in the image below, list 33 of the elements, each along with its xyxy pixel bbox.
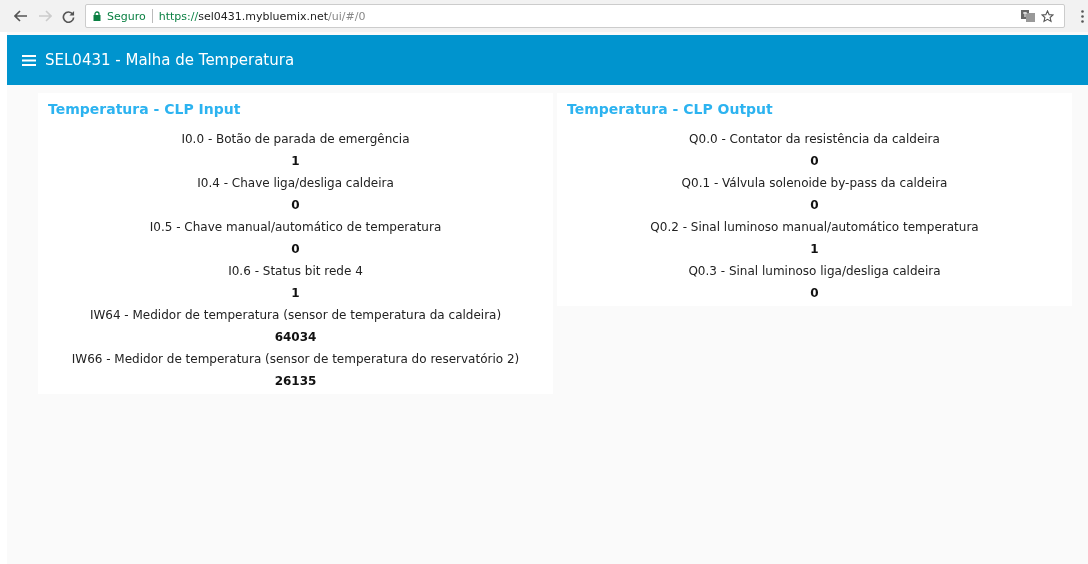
security-label: Seguro bbox=[107, 9, 146, 23]
signal-label: I0.6 - Status bit rede 4 bbox=[228, 264, 363, 278]
signal-value: 0 bbox=[291, 198, 300, 212]
signal-value: 26135 bbox=[274, 374, 317, 388]
signal-label: I0.5 - Chave manual/automático de temperatura bbox=[149, 220, 442, 234]
signal-value: 0 bbox=[810, 154, 819, 168]
signal-label: Q0.3 - Sinal luminoso liga/desliga caldeira bbox=[688, 264, 941, 278]
bookmark-star-icon[interactable] bbox=[1041, 9, 1054, 23]
signal-value: 1 bbox=[810, 242, 819, 256]
signal-label: Q0.0 - Contator da resistência da caldeira bbox=[689, 132, 940, 146]
card-title: Temperatura - CLP Output bbox=[567, 101, 774, 119]
signal-value: 0 bbox=[810, 198, 819, 212]
lock-icon bbox=[93, 11, 101, 21]
menu-icon[interactable] bbox=[1081, 9, 1084, 23]
signal-value: 0 bbox=[810, 286, 819, 300]
translate-icon[interactable] bbox=[1021, 10, 1035, 22]
signal-label: I0.4 - Chave liga/desliga caldeira bbox=[197, 176, 394, 190]
signal-label: IW66 - Medidor de temperatura (sensor de temperatura do reservatório 2) bbox=[71, 352, 520, 366]
menu-icon[interactable] bbox=[22, 54, 36, 66]
back-icon[interactable] bbox=[14, 10, 28, 22]
url-text: https://sel0431.mybluemix.net/ui/#/0 bbox=[158, 9, 366, 23]
signal-label: I0.0 - Botão de parada de emergência bbox=[181, 132, 410, 146]
address-bar[interactable]: Seguro https://sel0431.mybluemix.net/ui/#/0 bbox=[85, 4, 1065, 28]
signal-label: Q0.2 - Sinal luminoso manual/automático temperatura bbox=[650, 220, 979, 234]
reload-icon[interactable] bbox=[62, 9, 75, 23]
app-title: SEL0431 - Malha de Temperatura bbox=[45, 51, 295, 69]
signal-label: IW64 - Medidor de temperatura (sensor de temperatura da caldeira) bbox=[89, 308, 502, 322]
signal-value: 1 bbox=[291, 286, 300, 300]
signal-value: 64034 bbox=[274, 330, 317, 344]
signal-value: 1 bbox=[291, 154, 300, 168]
signal-value: 0 bbox=[291, 242, 300, 256]
card-title: Temperatura - CLP Input bbox=[48, 101, 242, 119]
signal-label: Q0.1 - Válvula solenoide by-pass da caldeira bbox=[681, 176, 948, 190]
